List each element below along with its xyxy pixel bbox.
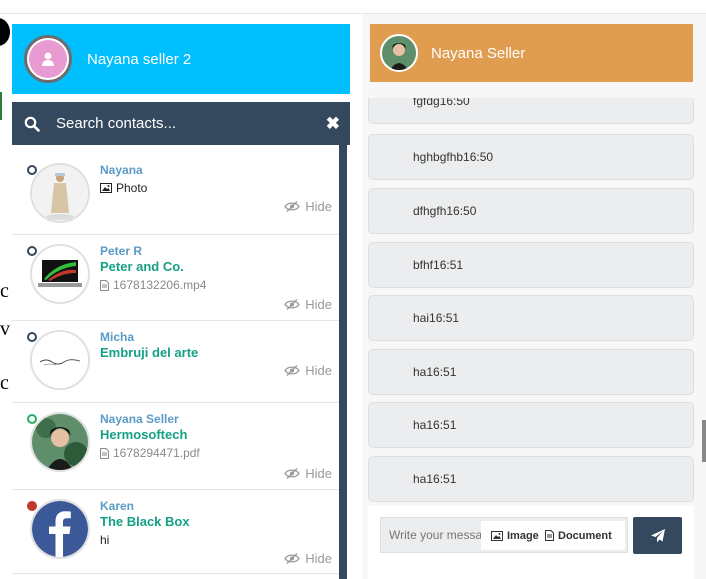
last-message-text: Photo [116, 181, 148, 195]
close-badge[interactable] [0, 18, 10, 46]
contact-avatar [30, 412, 90, 472]
contact-avatar [30, 499, 90, 559]
chat-header: Nayana Seller [370, 24, 693, 82]
last-message-text: 1678132206.mp4 [113, 278, 207, 292]
file-icon [100, 447, 109, 459]
page-scrollbar[interactable] [702, 420, 706, 462]
eye-slash-icon [284, 201, 301, 212]
hide-label: Hide [305, 551, 332, 566]
contact-company: The Black Box [100, 514, 190, 529]
last-message-text: 1678294471.pdf [113, 446, 200, 460]
contact-item[interactable]: Peter R Peter and Co. 1678132206.mp4 Hid… [12, 235, 342, 321]
chat-partner-avatar[interactable] [380, 34, 418, 72]
eye-slash-icon [284, 365, 301, 376]
file-icon [545, 530, 554, 541]
contact-name: Micha [100, 330, 135, 344]
hide-label: Hide [305, 199, 332, 214]
contacts-panel: Nayana seller 2 Search contacts... ✖ Nay… [12, 24, 350, 579]
last-message-text: hi [100, 533, 110, 547]
current-user-avatar[interactable] [24, 35, 72, 83]
last-message: 1678132206.mp4 [100, 278, 206, 292]
contact-name: Karen [100, 499, 135, 513]
close-icon[interactable]: ✖ [326, 114, 340, 134]
contact-item[interactable]: Micha Embruji del arte Hide [12, 321, 342, 403]
contact-avatar [30, 163, 90, 223]
message-input[interactable]: Write your message Image Document [380, 517, 628, 553]
last-message: 1678294471.pdf [100, 446, 200, 460]
hide-button[interactable]: Hide [284, 199, 332, 214]
chat-partner-name: Nayana Seller [431, 44, 526, 62]
message-bubble: bfhf16:51 [368, 242, 694, 288]
send-button[interactable] [633, 517, 682, 554]
attach-image-button[interactable]: Image [481, 521, 545, 550]
contact-company: Embruji del arte [100, 345, 199, 360]
message-bubble: ha16:51 [368, 349, 694, 395]
image-label: Image [507, 529, 539, 542]
search-contacts-bar[interactable]: Search contacts... ✖ [12, 102, 350, 145]
contact-avatar [30, 330, 90, 390]
hide-label: Hide [305, 363, 332, 378]
last-message: Photo [100, 181, 147, 195]
hide-button[interactable]: Hide [284, 363, 332, 378]
hide-label: Hide [305, 466, 332, 481]
image-icon [100, 183, 112, 193]
chat-panel: Nayana Seller fgfdg16:50 hghbgfhb16:50 d… [362, 14, 706, 579]
contact-company: Peter and Co. [100, 259, 184, 274]
background-accent [0, 92, 2, 120]
contact-name: Nayana Seller [100, 412, 179, 426]
contact-list: Nayana Photo Hide Peter R Peter and Co. [12, 153, 342, 579]
eye-slash-icon [284, 553, 301, 564]
hide-button[interactable]: Hide [284, 297, 332, 312]
contact-avatar [30, 244, 90, 304]
contact-item[interactable]: Nayana Seller Hermosoftech 1678294471.pd… [12, 403, 342, 490]
chat-page: c v c Nayana seller 2 Search contacts...… [0, 0, 706, 579]
search-icon[interactable] [24, 116, 40, 132]
attach-document-button[interactable]: Document [539, 521, 625, 550]
message-bubble: hghbgfhb16:50 [368, 134, 694, 180]
eye-slash-icon [284, 468, 301, 479]
message-list: fgfdg16:50 hghbgfhb16:50 dfhgfh16:50 bfh… [368, 98, 694, 508]
message-bubble: hai16:51 [368, 295, 694, 341]
contact-item[interactable]: Karen The Black Box hi Hide [12, 490, 342, 574]
image-icon [491, 530, 503, 541]
current-user-name: Nayana seller 2 [87, 50, 192, 68]
eye-slash-icon [284, 299, 301, 310]
background-text-fragment: c [0, 372, 9, 394]
facebook-icon [32, 501, 88, 557]
contact-company: Hermosoftech [100, 427, 188, 442]
message-bubble: ha16:51 [368, 402, 694, 448]
paper-plane-icon [650, 528, 665, 542]
contacts-scrollbar[interactable] [339, 145, 347, 579]
message-bubble: fgfdg16:50 [368, 98, 694, 124]
contact-name: Peter R [100, 244, 143, 258]
user-icon [29, 40, 67, 78]
document-label: Document [558, 529, 612, 542]
message-composer: Write your message Image Document [368, 506, 694, 579]
hide-button[interactable]: Hide [284, 466, 332, 481]
contacts-header: Nayana seller 2 [12, 24, 350, 94]
hide-label: Hide [305, 297, 332, 312]
hide-button[interactable]: Hide [284, 551, 332, 566]
contact-item[interactable]: Nayana Photo Hide [12, 153, 342, 235]
background-text-fragment: v [0, 318, 10, 340]
message-bubble: ha16:51 [368, 456, 694, 502]
background-text-fragment: c [0, 280, 9, 302]
message-bubble: dfhgfh16:50 [368, 188, 694, 234]
message-input-placeholder[interactable]: Write your message [389, 528, 481, 542]
last-message: hi [100, 533, 109, 547]
file-icon [100, 279, 109, 291]
contact-name: Nayana [100, 163, 143, 177]
search-input[interactable]: Search contacts... [56, 115, 326, 132]
